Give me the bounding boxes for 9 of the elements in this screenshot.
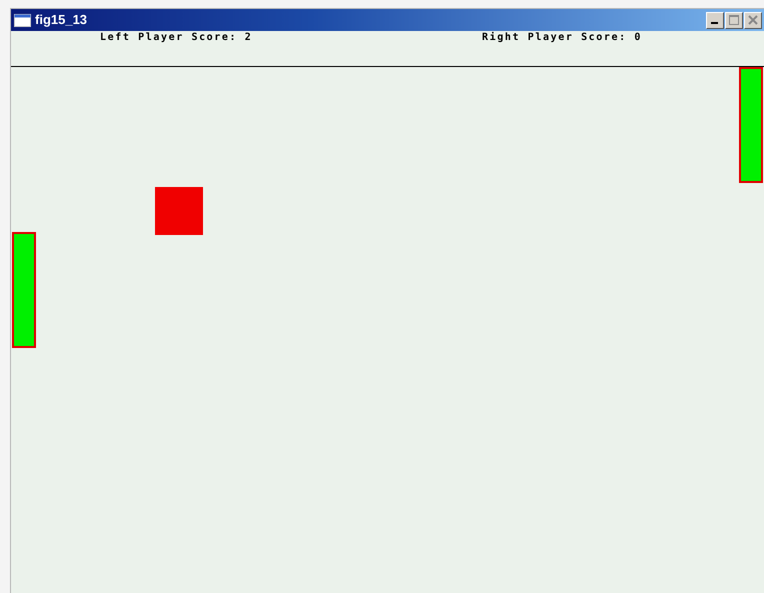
window-title: fig15_13 (35, 11, 88, 30)
score-label: Left Player Score: 2 (100, 32, 252, 44)
maximize-icon (729, 15, 739, 25)
close-button[interactable] (744, 12, 762, 28)
close-icon (748, 15, 758, 25)
score-label: Right Player Score: 0 (482, 32, 642, 44)
window-icon (14, 14, 31, 26)
maximize-button[interactable] (725, 12, 743, 28)
minimize-button[interactable] (706, 12, 724, 28)
